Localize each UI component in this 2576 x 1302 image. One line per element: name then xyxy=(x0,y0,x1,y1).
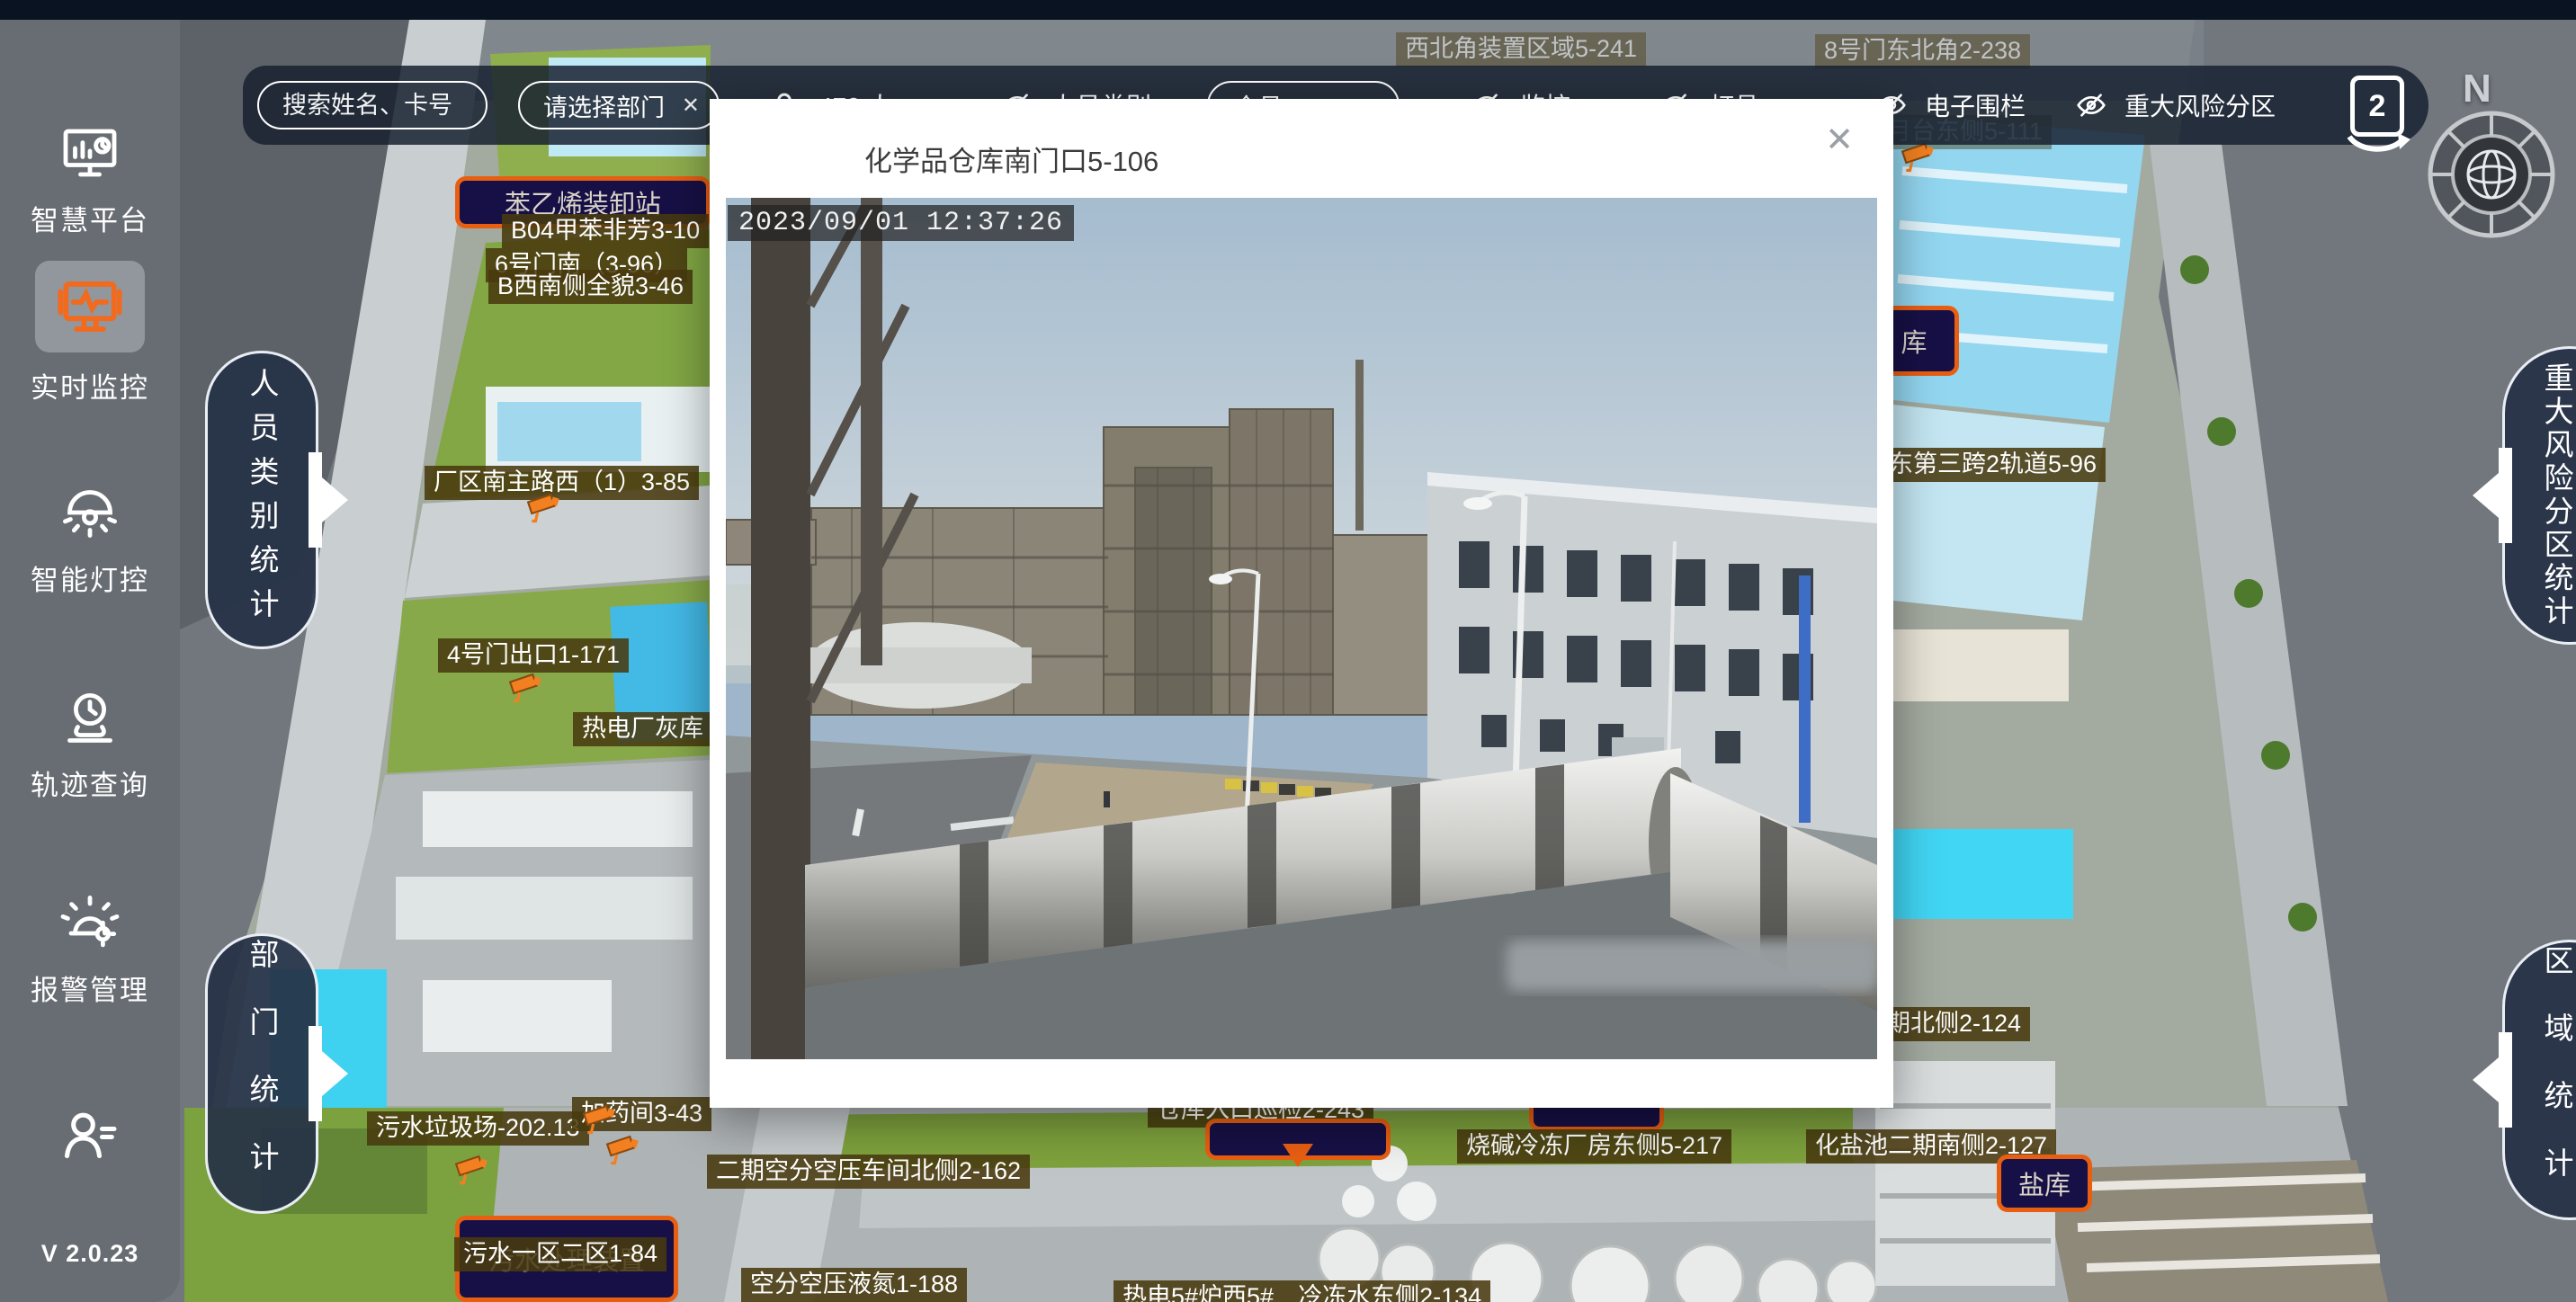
camera-clock-icon xyxy=(58,685,122,750)
person-list-icon xyxy=(58,1103,122,1168)
search-input[interactable] xyxy=(259,92,486,120)
compass-icon xyxy=(2423,106,2560,243)
sidebar-item-label: 智慧平台 xyxy=(31,198,149,238)
layer-toggle-label: 电子围栏 xyxy=(1925,87,2026,123)
layer-toggle-电子围栏[interactable]: 电子围栏 xyxy=(1871,87,2026,123)
tab-label: 人员类别统计 xyxy=(240,368,283,632)
sidebar-item-smart-platform[interactable]: 智慧平台 xyxy=(0,120,180,238)
sidebar-item-alarm-manage[interactable]: 报警管理 xyxy=(0,890,180,1008)
department-select[interactable]: 请选择部门 ✕ xyxy=(518,81,720,129)
lamp-icon xyxy=(58,480,122,545)
tab-label: 区域统计 xyxy=(2535,945,2576,1215)
sidebar-item-user-profile[interactable] xyxy=(0,1103,180,1168)
tab-label: 部门统计 xyxy=(240,939,283,1208)
camera-video-scene xyxy=(726,198,1877,1059)
active-item-tile xyxy=(35,261,145,352)
tab-major-risk-zone-stats[interactable]: 重大风险分区统计 xyxy=(2502,346,2576,645)
alarm-icon xyxy=(58,890,122,955)
screen-switch-icon: 2 xyxy=(2350,76,2404,137)
department-select-label: 请选择部门 xyxy=(543,88,665,123)
app-version: V 2.0.23 xyxy=(0,1240,180,1268)
expand-arrow-icon xyxy=(309,441,348,558)
modal-title: 化学品仓库南门口5-106 xyxy=(864,138,1158,179)
close-icon[interactable]: ✕ xyxy=(1820,122,1859,158)
camera-feed-modal: 化学品仓库南门口5-106 ✕ xyxy=(710,99,1893,1108)
camera-icon[interactable] xyxy=(605,1135,643,1167)
search-input-wrap xyxy=(257,81,487,129)
sidebar-item-label: 报警管理 xyxy=(31,968,149,1008)
screen-switch-button[interactable]: 2 xyxy=(2344,76,2411,158)
tab-region-stats[interactable]: 区域统计 xyxy=(2502,940,2576,1220)
expand-arrow-icon xyxy=(309,1015,348,1132)
expand-arrow-icon xyxy=(2473,1021,2512,1138)
clear-icon[interactable]: ✕ xyxy=(682,93,700,119)
sidebar-item-smart-light[interactable]: 智能灯控 xyxy=(0,480,180,598)
sidebar-item-label: 智能灯控 xyxy=(31,557,149,598)
tab-label: 重大风险分区统计 xyxy=(2535,362,2576,629)
camera-icon[interactable] xyxy=(1901,142,1938,174)
sidebar-item-label: 轨迹查询 xyxy=(31,762,149,803)
expand-arrow-icon xyxy=(2473,437,2512,554)
sidebar-item-label: 实时监控 xyxy=(31,365,149,406)
layer-toggle-label: 重大风险分区 xyxy=(2124,87,2276,123)
camera-icon[interactable] xyxy=(582,1104,620,1137)
compass[interactable] xyxy=(2423,106,2560,247)
dashboard-icon xyxy=(58,120,122,185)
camera-video-frame: 2023/09/01 12:37:26 xyxy=(726,198,1877,1059)
compass-north-label: N xyxy=(2463,67,2491,111)
sidebar-item-track-query[interactable]: 轨迹查询 xyxy=(0,685,180,803)
swap-arrow-icon xyxy=(2344,133,2411,158)
tab-department-stats[interactable]: 部门统计 xyxy=(205,933,318,1214)
eye-slash-icon xyxy=(2071,89,2112,121)
camera-icon[interactable] xyxy=(454,1155,492,1187)
sidebar: 智慧平台实时监控智能灯控轨迹查询报警管理 V 2.0.23 xyxy=(0,20,180,1302)
camera-icon[interactable] xyxy=(508,673,546,705)
tab-personnel-category-stats[interactable]: 人员类别统计 xyxy=(205,351,318,649)
sidebar-item-realtime-monitor[interactable]: 实时监控 xyxy=(0,261,180,406)
camera-icon[interactable] xyxy=(526,493,564,525)
monitor-wave-icon xyxy=(54,271,126,343)
video-timestamp: 2023/09/01 12:37:26 xyxy=(728,205,1074,241)
layer-toggle-重大风险分区[interactable]: 重大风险分区 xyxy=(2071,87,2276,123)
